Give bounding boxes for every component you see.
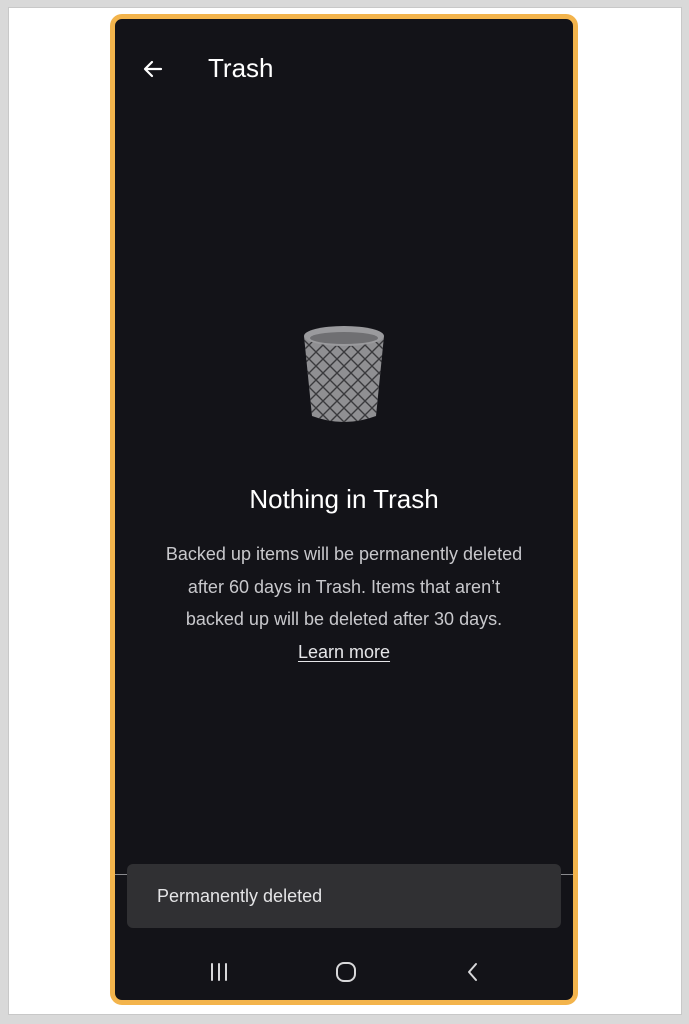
app-bar: Trash (115, 19, 573, 115)
arrow-left-icon (143, 60, 163, 78)
empty-state-description: Backed up items will be permanently dele… (164, 538, 524, 668)
recents-button[interactable] (191, 944, 247, 1000)
home-button[interactable] (318, 944, 374, 1000)
learn-more-link[interactable]: Learn more (298, 642, 390, 662)
trash-bin-icon (304, 326, 384, 422)
page-title: Trash (208, 53, 274, 83)
chevron-left-icon (468, 963, 477, 981)
snackbar: Permanently deleted (127, 864, 561, 928)
empty-state-title: Nothing in Trash (249, 484, 439, 514)
home-icon (336, 962, 356, 982)
empty-state-body-text: Backed up items will be permanently dele… (165, 544, 523, 629)
back-button[interactable] (135, 51, 171, 87)
recents-icon (211, 963, 227, 981)
empty-state: Nothing in Trash Backed up items will be… (115, 324, 573, 668)
system-back-button[interactable] (445, 944, 501, 1000)
system-nav-bar (115, 944, 573, 1000)
snackbar-message: Permanently deleted (157, 885, 323, 906)
phone-screen: Trash Nothing in Trash Backed up items w… (110, 14, 578, 1005)
